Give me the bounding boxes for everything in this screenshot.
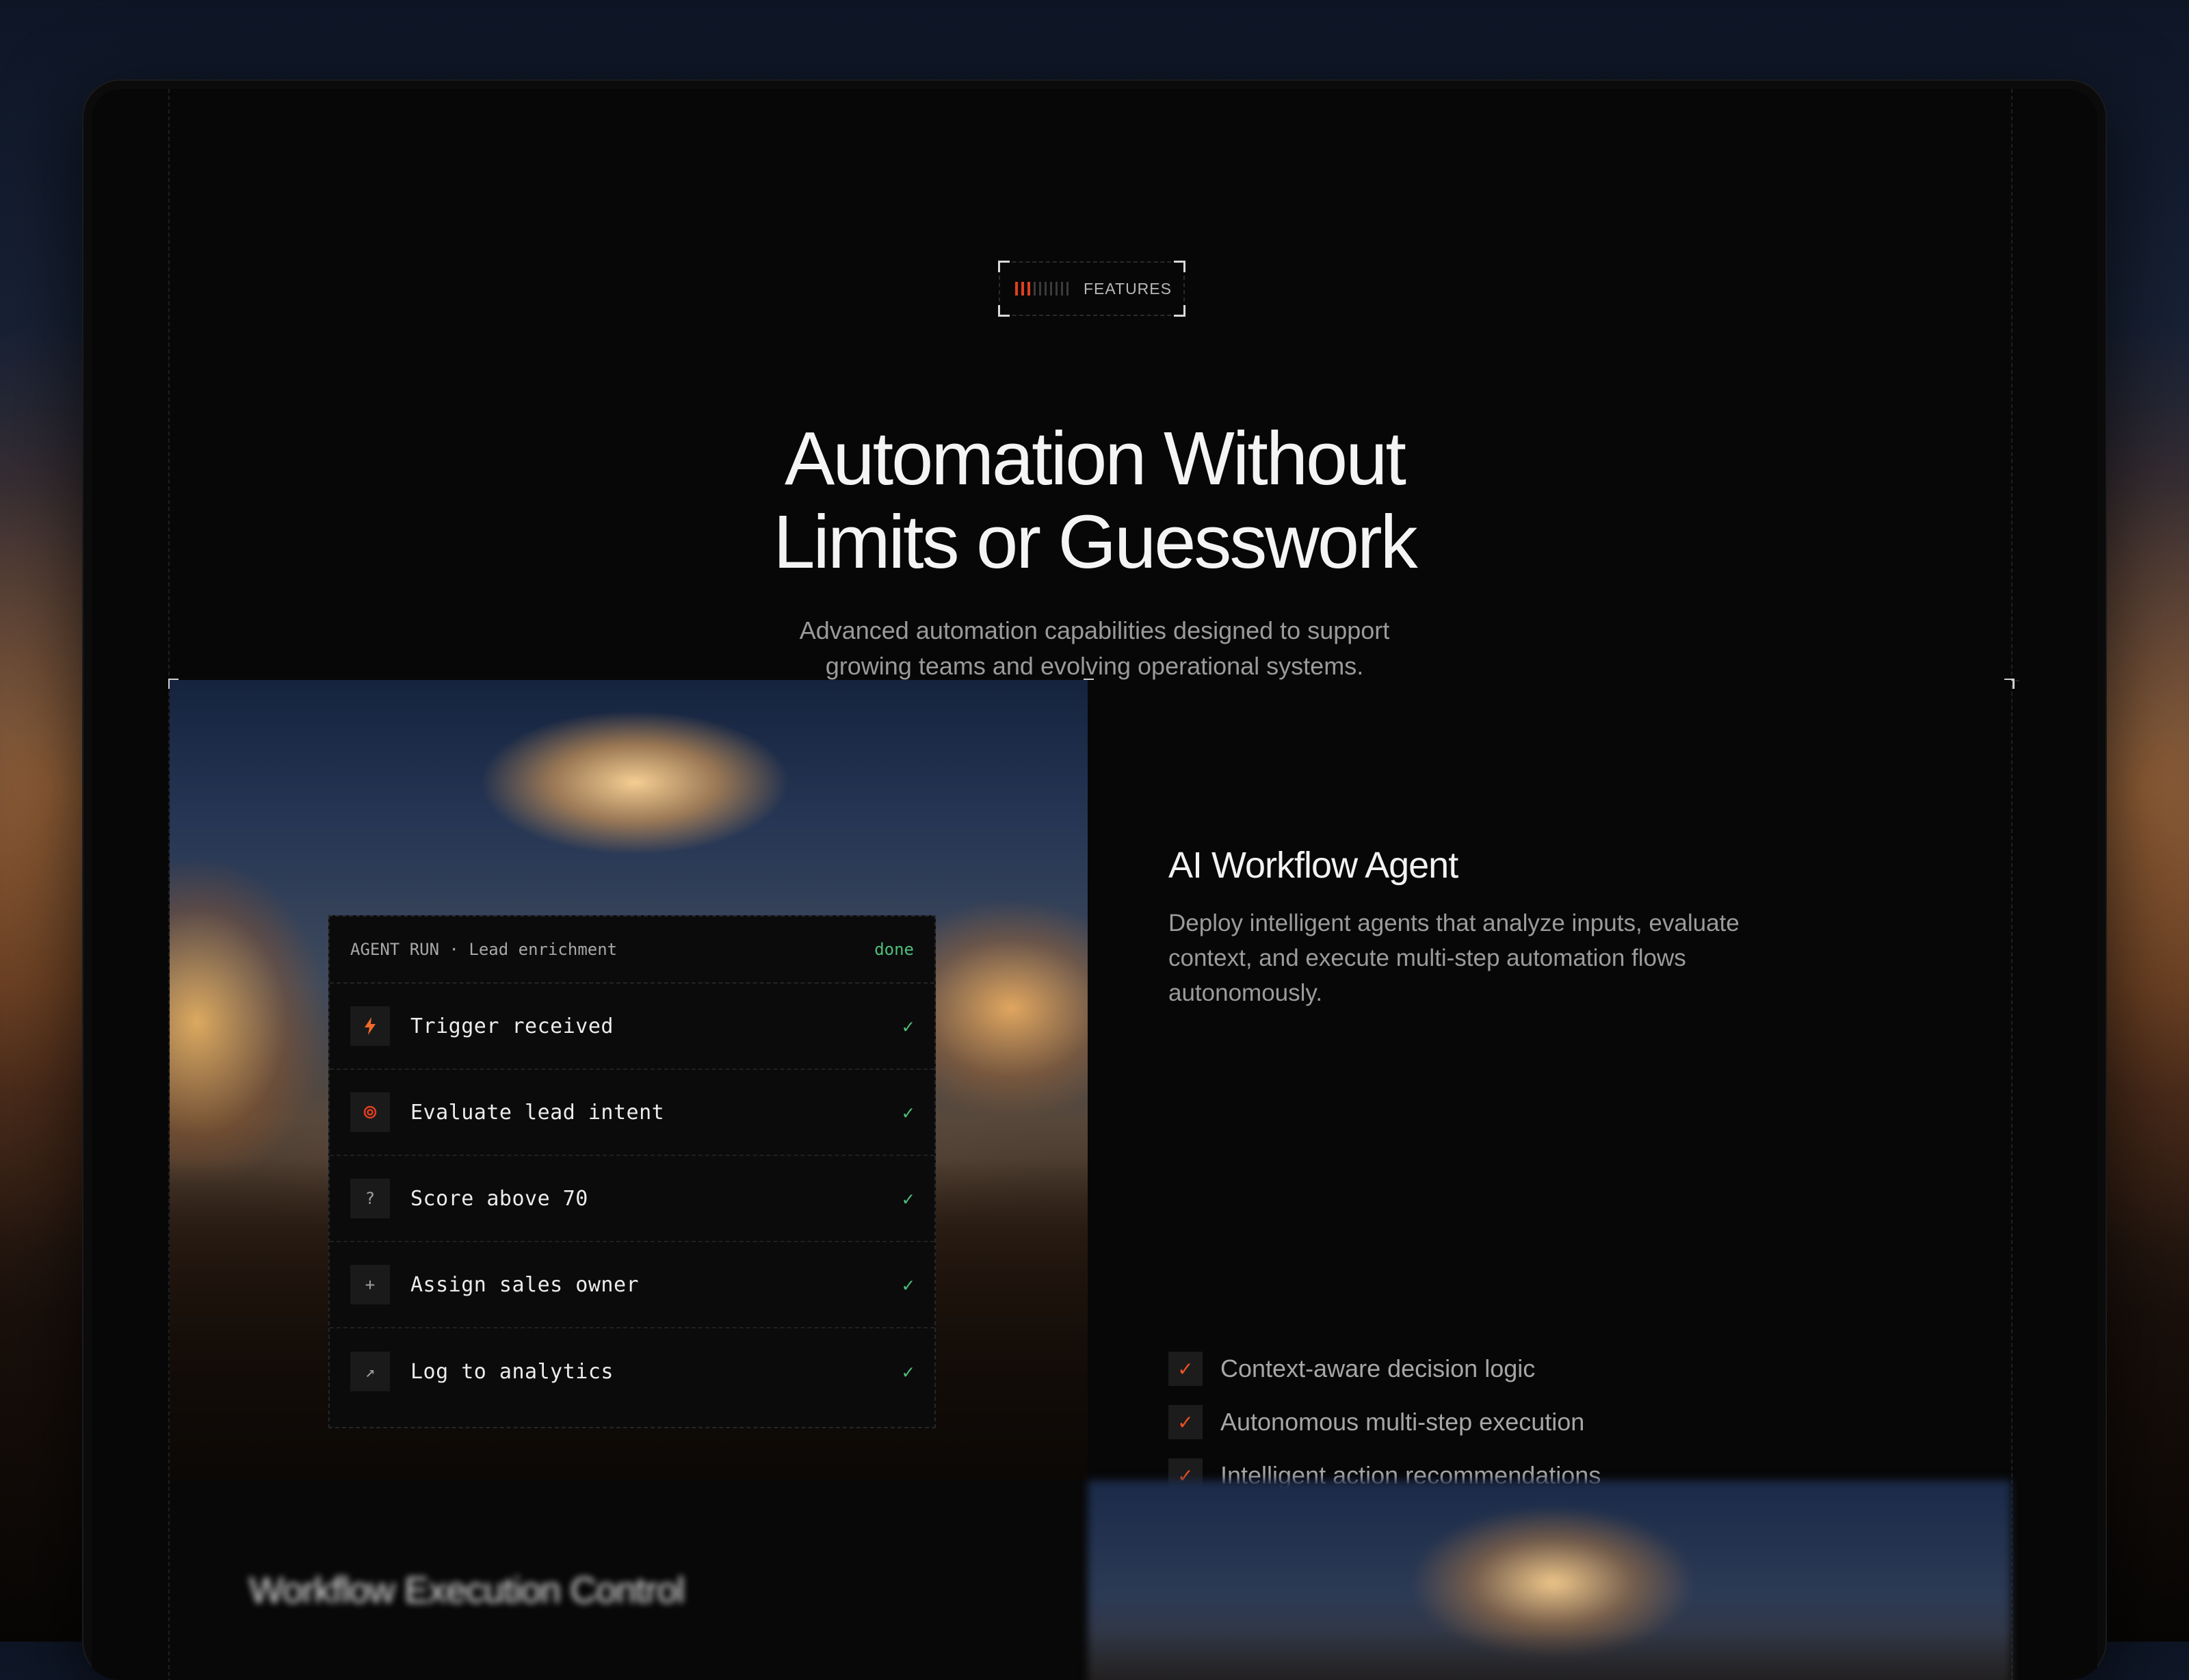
feature-checklist: ✓ Context-aware decision logic ✓ Autonom… xyxy=(1168,1342,1601,1502)
checklist-text: Autonomous multi-step execution xyxy=(1220,1408,1585,1436)
feature-description: Deploy intelligent agents that analyze i… xyxy=(1168,910,1740,1006)
checklist-item: ✓ Context-aware decision logic xyxy=(1168,1342,1601,1395)
badge-label: FEATURES xyxy=(1084,279,1172,298)
next-feature-title: Workflow Execution Control xyxy=(249,1570,685,1611)
checklist-text: Context-aware decision logic xyxy=(1220,1354,1536,1382)
step-label: Evaluate lead intent xyxy=(410,1100,665,1125)
next-feature-row: Workflow Execution Control xyxy=(170,1480,2011,1680)
checklist-item: ✓ Autonomous multi-step execution xyxy=(1168,1395,1601,1449)
device-frame: FEATURES Automation Without Limits or Gu… xyxy=(82,79,2107,1680)
check-icon: ✓ xyxy=(902,1101,914,1124)
feature-row: AGENT RUN · Lead enrichment done Trigger… xyxy=(170,680,2011,1493)
agent-step: ? Score above 70 ✓ xyxy=(330,1156,934,1242)
plus-icon: + xyxy=(350,1265,390,1304)
agent-step: + Assign sales owner ✓ xyxy=(330,1242,934,1328)
agent-run-heading: AGENT RUN · Lead enrichment xyxy=(350,940,618,959)
check-icon: ✓ xyxy=(1168,1405,1203,1439)
step-label: Log to analytics xyxy=(410,1359,614,1384)
check-icon: ✓ xyxy=(902,1014,914,1038)
page-subtitle: Advanced automation capabilities designe… xyxy=(799,616,1390,680)
guide-line-right xyxy=(2011,89,2013,1680)
agent-run-header: AGENT RUN · Lead enrichment done xyxy=(330,917,934,984)
agent-run-card: AGENT RUN · Lead enrichment done Trigger… xyxy=(328,915,936,1428)
page-title: Automation Without Limits or Guesswork xyxy=(773,417,1417,584)
arrow-up-right-icon: ↗ xyxy=(350,1352,390,1391)
step-label: Score above 70 xyxy=(410,1186,588,1211)
agent-step: Evaluate lead intent ✓ xyxy=(330,1070,934,1156)
feature-info-panel: AI Workflow Agent Deploy intelligent age… xyxy=(1088,680,2011,1493)
page-screen: FEATURES Automation Without Limits or Gu… xyxy=(92,89,2097,1680)
check-icon: ✓ xyxy=(902,1360,914,1383)
check-icon: ✓ xyxy=(1168,1352,1203,1386)
bottom-fade xyxy=(170,1631,2011,1680)
check-icon: ✓ xyxy=(902,1187,914,1210)
question-icon: ? xyxy=(350,1179,390,1218)
agent-step: ↗ Log to analytics ✓ xyxy=(330,1328,934,1415)
section-badge: FEATURES xyxy=(998,261,1185,317)
bolt-icon xyxy=(350,1006,390,1046)
target-icon xyxy=(350,1092,390,1132)
agent-run-status: done xyxy=(874,940,914,959)
feature-image-panel: AGENT RUN · Lead enrichment done Trigger… xyxy=(170,680,1088,1480)
step-label: Assign sales owner xyxy=(410,1272,640,1297)
feature-title: AI Workflow Agent xyxy=(1168,845,1458,886)
progress-bars-icon xyxy=(1015,282,1069,296)
agent-step: Trigger received ✓ xyxy=(330,984,934,1070)
check-icon: ✓ xyxy=(902,1273,914,1296)
step-label: Trigger received xyxy=(410,1014,614,1038)
